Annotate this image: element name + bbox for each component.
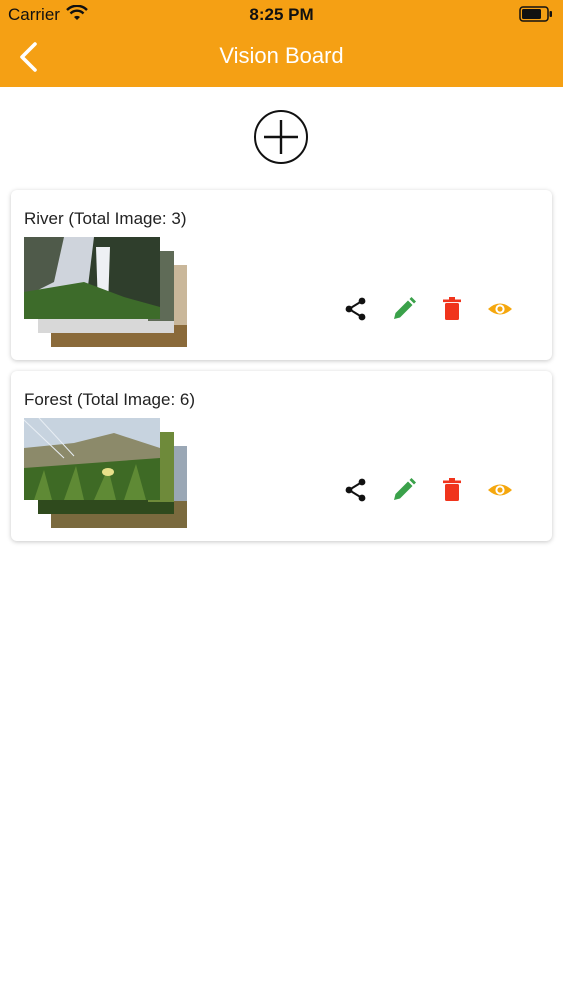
delete-button[interactable] xyxy=(437,294,467,324)
image-stack[interactable] xyxy=(24,418,189,528)
thumbnail-image xyxy=(24,237,160,319)
edit-button[interactable] xyxy=(389,294,419,324)
plus-circle-icon xyxy=(254,110,308,164)
clock: 8:25 PM xyxy=(249,5,314,24)
view-button[interactable] xyxy=(485,475,515,505)
eye-icon xyxy=(488,484,512,496)
board-title: River (Total Image: 3) xyxy=(24,209,187,228)
edit-button[interactable] xyxy=(389,475,419,505)
board-title: Forest (Total Image: 6) xyxy=(24,390,196,409)
battery-icon xyxy=(519,6,553,27)
trash-icon xyxy=(443,297,461,320)
thumbnail-image xyxy=(24,418,160,500)
share-icon xyxy=(345,478,366,502)
view-button[interactable] xyxy=(485,294,515,324)
eye-icon xyxy=(488,303,512,315)
board-card-river[interactable]: River (Total Image: 3) xyxy=(11,190,552,360)
board-card-forest[interactable]: Forest (Total Image: 6) xyxy=(11,371,552,541)
share-button[interactable] xyxy=(341,294,371,324)
share-icon xyxy=(345,297,366,321)
trash-icon xyxy=(443,478,461,501)
add-board-button[interactable] xyxy=(253,109,309,165)
pencil-icon xyxy=(394,297,416,319)
navigation-bar: Vision Board xyxy=(0,28,563,87)
pencil-icon xyxy=(394,478,416,500)
delete-button[interactable] xyxy=(437,475,467,505)
share-button[interactable] xyxy=(341,475,371,505)
page-title: Vision Board xyxy=(219,43,344,68)
status-bar: Carrier 8:25 PM xyxy=(0,0,563,28)
image-stack[interactable] xyxy=(24,237,189,347)
